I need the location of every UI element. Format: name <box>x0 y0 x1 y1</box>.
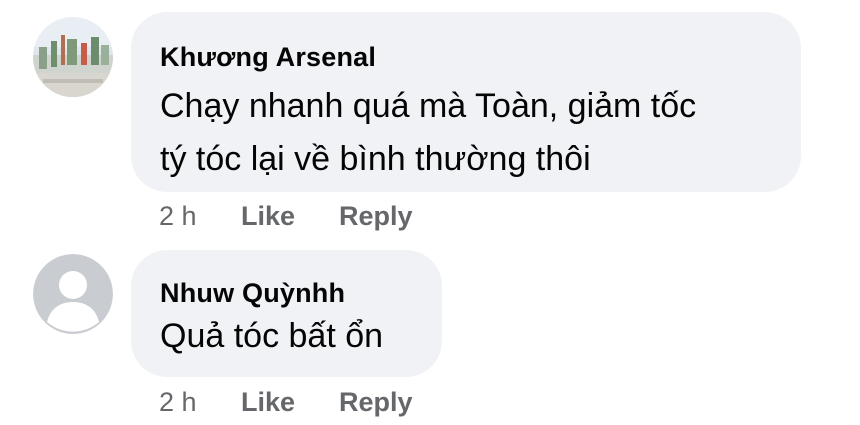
default-user-icon <box>33 254 113 334</box>
comment-2: Nhuw Quỳnhh Quả tóc bất ổn 2 h Like Repl… <box>0 0 860 425</box>
like-button[interactable]: Like <box>241 387 339 418</box>
comment-author[interactable]: Nhuw Quỳnhh <box>160 278 345 309</box>
comment-bubble: Nhuw Quỳnhh Quả tóc bất ổn <box>131 250 442 377</box>
avatar[interactable] <box>33 254 113 334</box>
comment-actions: 2 h Like Reply <box>159 384 413 420</box>
comment-text-line-1: Quả tóc bất ổn <box>160 317 384 355</box>
comment-timestamp[interactable]: 2 h <box>159 387 241 418</box>
reply-button[interactable]: Reply <box>339 387 413 418</box>
